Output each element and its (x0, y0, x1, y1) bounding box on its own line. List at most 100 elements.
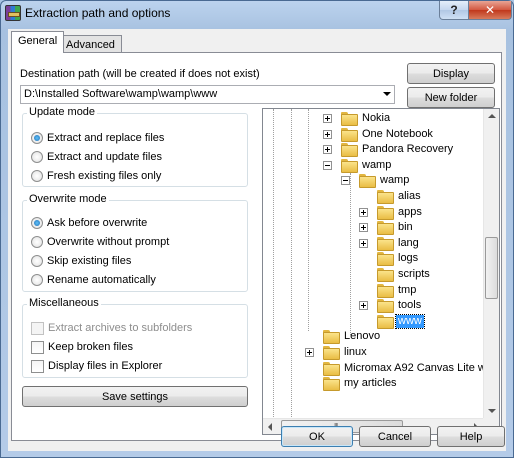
scroll-down-arrow-icon[interactable] (488, 409, 496, 413)
checkbox-indicator[interactable] (31, 359, 44, 373)
folder-icon (377, 236, 394, 251)
radio-indicator[interactable] (31, 255, 43, 267)
radio-skip-label: Skip existing files (47, 255, 132, 267)
tree-node[interactable]: linux (263, 345, 485, 360)
tree-node[interactable]: Lenovo (263, 329, 485, 345)
display-button[interactable]: Display (407, 63, 495, 84)
folder-icon (323, 330, 340, 345)
expand-plus-icon[interactable] (359, 223, 368, 233)
radio-ask-before-overwrite[interactable]: Ask before overwrite (31, 215, 147, 231)
new-folder-button[interactable]: New folder (407, 87, 495, 108)
scroll-up-arrow-icon[interactable] (488, 114, 496, 118)
radio-extract-update[interactable]: Extract and update files (31, 149, 162, 165)
save-settings-label: Save settings (101, 390, 169, 403)
tree-node-label: Nokia (362, 112, 391, 124)
tree-node[interactable]: www (263, 313, 485, 329)
check-keep-broken[interactable]: Keep broken files (31, 339, 133, 355)
radio-overwrite-without-prompt[interactable]: Overwrite without prompt (31, 234, 169, 250)
tree-node[interactable]: wamp (263, 158, 485, 173)
help-title-button[interactable]: ? (439, 1, 469, 20)
folder-icon (377, 314, 394, 329)
folder-icon (341, 127, 358, 142)
help-button-label: Help (459, 430, 483, 443)
dialog-window: Extraction path and options ? ✕ General … (0, 0, 514, 458)
radio-rename-automatically[interactable]: Rename automatically (31, 272, 156, 288)
radio-extract-replace[interactable]: Extract and replace files (31, 130, 164, 146)
radio-indicator[interactable] (31, 236, 43, 248)
tree-node[interactable]: logs (263, 251, 485, 267)
expand-plus-icon[interactable] (323, 145, 332, 155)
tree-node[interactable]: wamp (263, 173, 485, 189)
radio-indicator[interactable] (31, 170, 43, 182)
tree-node-label: wamp (362, 158, 392, 171)
tree-node-label: apps (398, 205, 422, 218)
check-display-explorer[interactable]: Display files in Explorer (31, 358, 162, 374)
general-panel: Destination path (will be created if doe… (11, 52, 502, 441)
question-mark-icon: ? (450, 3, 458, 17)
folder-icon (377, 205, 394, 220)
destination-path-combo[interactable]: D:\Installed Software\wamp\wamp\www (20, 85, 395, 104)
collapse-minus-icon[interactable] (323, 160, 332, 170)
vertical-scroll-thumb[interactable] (485, 237, 498, 299)
tree-node[interactable]: my articles (263, 376, 485, 392)
expand-plus-icon[interactable] (323, 129, 332, 139)
expand-plus-icon[interactable] (305, 348, 314, 357)
dropdown-arrow-icon[interactable] (383, 92, 391, 96)
folder-icon (323, 361, 340, 376)
expand-plus-icon[interactable] (359, 207, 368, 217)
expand-plus-icon[interactable] (359, 238, 368, 248)
expand-plus-icon[interactable] (323, 114, 332, 123)
radio-fresh-existing[interactable]: Fresh existing files only (31, 168, 161, 184)
tree-node-label: my articles (344, 377, 397, 390)
ok-button[interactable]: OK (281, 426, 353, 447)
tree-vertical-scrollbar[interactable] (483, 109, 499, 419)
save-settings-button[interactable]: Save settings (22, 386, 248, 407)
expand-plus-icon[interactable] (359, 301, 368, 311)
tree-node[interactable]: Nokia (263, 111, 485, 126)
title-bar[interactable]: Extraction path and options ? ✕ (1, 1, 513, 25)
scroll-left-arrow-icon[interactable] (268, 423, 272, 431)
tree-node-label: logs (398, 252, 419, 265)
help-button[interactable]: Help (437, 426, 505, 447)
check-display-explorer-label: Display files in Explorer (48, 360, 163, 372)
radio-indicator[interactable] (31, 151, 43, 163)
cancel-button[interactable]: Cancel (359, 426, 431, 447)
folder-icon (323, 346, 340, 360)
tab-general[interactable]: General (11, 31, 65, 53)
radio-overwrite-label: Overwrite without prompt (47, 236, 170, 248)
tree-node[interactable]: tools (263, 298, 485, 314)
close-icon: ✕ (484, 3, 496, 17)
tree-node[interactable]: bin (263, 220, 485, 236)
radio-skip-existing[interactable]: Skip existing files (31, 253, 131, 269)
destination-path-label: Destination path (will be created if doe… (20, 68, 260, 80)
display-button-label: Display (432, 67, 470, 80)
close-window-button[interactable]: ✕ (468, 1, 512, 20)
checkbox-indicator[interactable] (31, 340, 44, 354)
window-title: Extraction path and options (25, 6, 171, 20)
tree-node-label: lang (398, 236, 419, 249)
tree-node[interactable]: Micromax A92 Canvas Lite with (263, 361, 485, 376)
tree-node[interactable]: apps (263, 205, 485, 220)
folder-icon (341, 158, 358, 173)
collapse-minus-icon[interactable] (341, 176, 350, 186)
tree-node-label: www (395, 313, 425, 329)
radio-indicator[interactable] (31, 274, 43, 286)
tree-node[interactable]: lang (263, 236, 485, 251)
tree-node[interactable]: tmp (263, 283, 485, 298)
folder-tree[interactable]: Nokia One Notebook Pandora Recovery wamp wam… (262, 108, 500, 435)
tree-node-label: tmp (398, 283, 417, 296)
tree-node-label: alias (398, 190, 421, 202)
tree-rows: Nokia One Notebook Pandora Recovery wamp wam… (263, 109, 485, 419)
radio-indicator[interactable] (31, 132, 43, 144)
radio-indicator[interactable] (31, 217, 43, 229)
folder-icon (377, 268, 394, 282)
tree-node[interactable]: alias (263, 189, 485, 204)
ok-button-label: OK (309, 430, 325, 443)
tree-node[interactable]: One Notebook (263, 127, 485, 142)
tree-node[interactable]: Pandora Recovery (263, 142, 485, 158)
tree-node[interactable]: scripts (263, 267, 485, 282)
tree-node-label: Micromax A92 Canvas Lite with (344, 361, 485, 374)
tree-node-label: tools (398, 299, 422, 312)
overwrite-mode-title: Overwrite mode (27, 193, 109, 205)
cancel-button-label: Cancel (377, 430, 413, 443)
